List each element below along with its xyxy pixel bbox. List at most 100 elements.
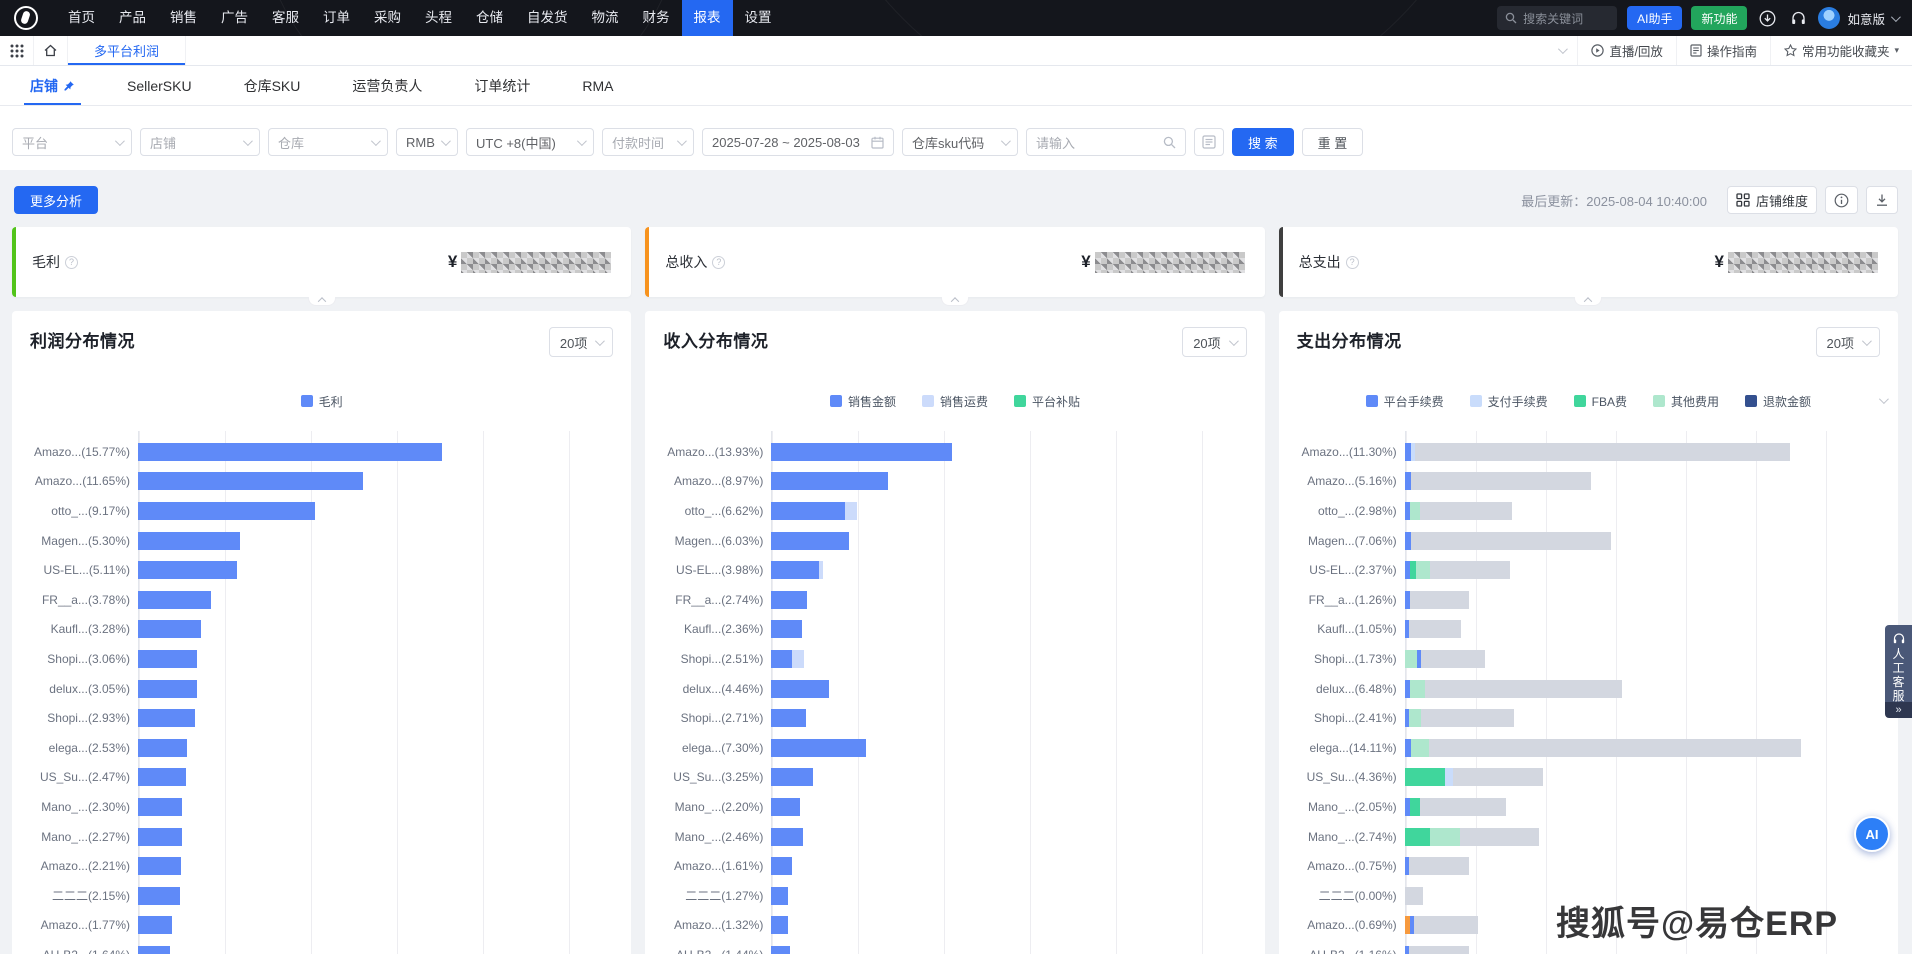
- legend-item-销售金额[interactable]: 销售金额: [830, 393, 896, 409]
- legend-item-平台手续费[interactable]: 平台手续费: [1366, 393, 1444, 409]
- nav-item-自发货[interactable]: 自发货: [515, 0, 580, 36]
- legend-marker: [301, 395, 313, 407]
- nav-item-头程[interactable]: 头程: [413, 0, 464, 36]
- warehouse-select[interactable]: 仓库: [268, 128, 388, 156]
- chart-row-bar: [771, 443, 952, 461]
- info-icon: [1834, 193, 1849, 208]
- tab-店铺[interactable]: 店铺: [30, 66, 75, 105]
- global-search-input[interactable]: 搜索关键词: [1497, 6, 1617, 30]
- bar-segment: [1429, 739, 1801, 757]
- pagebar-link-直播/回放[interactable]: 直播/回放: [1577, 36, 1675, 65]
- currency-select[interactable]: RMB: [396, 128, 458, 156]
- legend-item-平台补贴[interactable]: 平台补贴: [1014, 393, 1080, 409]
- pagebar-link-常用功能收藏夹[interactable]: 常用功能收藏夹▾: [1770, 36, 1912, 65]
- tab-订单统计[interactable]: 订单统计: [474, 66, 530, 105]
- headset-support-icon[interactable]: [1787, 7, 1809, 29]
- nav-item-仓储[interactable]: 仓储: [464, 0, 515, 36]
- bar-segment: [771, 502, 845, 520]
- nav-item-销售[interactable]: 销售: [158, 0, 209, 36]
- chart-row: Kaufl...(2.36%): [663, 615, 1246, 645]
- chart-row-bar: [771, 709, 806, 727]
- shop-select[interactable]: 店铺: [140, 128, 260, 156]
- legend-item-销售运费[interactable]: 销售运费: [922, 393, 988, 409]
- legend-item-毛利[interactable]: 毛利: [301, 393, 343, 409]
- nav-item-客服[interactable]: 客服: [260, 0, 311, 36]
- chart-row: FR__a...(2.74%): [663, 585, 1246, 615]
- chevron-down-icon: [677, 136, 687, 146]
- platform-select-placeholder: 平台: [22, 133, 109, 152]
- top-n-select[interactable]: 20项: [549, 327, 613, 357]
- chart-row-label: FR__a...(2.74%): [663, 593, 763, 607]
- search-button[interactable]: 搜 索: [1232, 128, 1294, 156]
- batch-input-button[interactable]: [1194, 128, 1224, 156]
- nav-item-订单[interactable]: 订单: [311, 0, 362, 36]
- customer-service-tab[interactable]: 人工客服: [1885, 625, 1912, 709]
- legend-item-FBA费[interactable]: FBA费: [1574, 393, 1627, 409]
- legend-item-其他费用[interactable]: 其他费用: [1653, 393, 1719, 409]
- home-icon[interactable]: [34, 36, 68, 65]
- bar-segment: [1410, 502, 1420, 520]
- chart-row-bar: [1405, 709, 1514, 727]
- card-collapse-handle[interactable]: [941, 297, 969, 306]
- pin-icon[interactable]: [63, 80, 75, 92]
- nav-item-财务[interactable]: 财务: [631, 0, 682, 36]
- bar-segment: [771, 709, 806, 727]
- chart-panel-header: 收入分布情况20项: [663, 327, 1246, 357]
- chart-row-label: Shopi...(2.51%): [663, 652, 763, 666]
- ai-floating-button[interactable]: AI: [1854, 816, 1890, 852]
- user-avatar[interactable]: [1818, 7, 1840, 29]
- ai-assistant-button[interactable]: AI助手: [1627, 6, 1682, 30]
- sku-code-type-select[interactable]: 仓库sku代码: [902, 128, 1018, 156]
- top-n-select[interactable]: 20项: [1182, 327, 1246, 357]
- chart-row-bar: [771, 828, 803, 846]
- nav-item-设置[interactable]: 设置: [733, 0, 784, 36]
- nav-item-报表[interactable]: 报表: [682, 0, 733, 36]
- top-n-select[interactable]: 20项: [1816, 327, 1880, 357]
- dimension-switch-button[interactable]: 店铺维度: [1727, 186, 1817, 214]
- info-button[interactable]: [1825, 186, 1858, 214]
- sku-code-input[interactable]: 请输入: [1026, 128, 1186, 156]
- legend-item-退款金额[interactable]: 退款金额: [1745, 393, 1811, 409]
- time-type-select[interactable]: 付款时间: [602, 128, 694, 156]
- download-client-icon[interactable]: [1756, 7, 1778, 29]
- version-menu[interactable]: 如意版: [1847, 9, 1898, 28]
- help-icon[interactable]: ?: [65, 256, 78, 269]
- chart-row-label: US-EL...(2.37%): [1297, 563, 1397, 577]
- apps-grid-icon[interactable]: [0, 36, 34, 65]
- nav-item-物流[interactable]: 物流: [580, 0, 631, 36]
- chart-row-bar: [1405, 768, 1543, 786]
- tab-list-chevron-icon[interactable]: [1546, 36, 1577, 65]
- legend-item-支付手续费[interactable]: 支付手续费: [1470, 393, 1548, 409]
- chart-row: Mano_...(2.20%): [663, 792, 1246, 822]
- new-feature-button[interactable]: 新功能: [1691, 6, 1747, 30]
- chart-row-label: Mano_...(2.05%): [1297, 800, 1397, 814]
- chart-row-label: Amazo...(5.16%): [1297, 474, 1397, 488]
- more-analysis-button[interactable]: 更多分析: [14, 186, 98, 214]
- help-icon[interactable]: ?: [712, 256, 725, 269]
- card-collapse-handle[interactable]: [308, 297, 336, 306]
- tab-SellerSKU[interactable]: SellerSKU: [127, 66, 192, 105]
- app-logo-icon[interactable]: [14, 6, 38, 30]
- nav-item-广告[interactable]: 广告: [209, 0, 260, 36]
- timezone-select[interactable]: UTC +8(中国): [466, 128, 594, 156]
- chart-row-label: delux...(3.05%): [30, 682, 130, 696]
- open-page-tab-multi-platform-profit[interactable]: 多平台利润: [68, 36, 186, 65]
- collapse-sidebar-button[interactable]: »: [1885, 702, 1912, 718]
- nav-item-首页[interactable]: 首页: [56, 0, 107, 36]
- date-range-picker[interactable]: 2025-07-28 ~ 2025-08-03: [702, 128, 894, 156]
- top-n-value: 20项: [1827, 333, 1854, 352]
- export-button[interactable]: [1866, 186, 1898, 214]
- card-collapse-handle[interactable]: [1574, 297, 1602, 306]
- reset-button[interactable]: 重 置: [1302, 128, 1364, 156]
- help-icon[interactable]: ?: [1346, 256, 1359, 269]
- tab-运营负责人[interactable]: 运营负责人: [352, 66, 422, 105]
- platform-select[interactable]: 平台: [12, 128, 132, 156]
- bar-segment: [138, 768, 186, 786]
- nav-item-采购[interactable]: 采购: [362, 0, 413, 36]
- tab-RMA[interactable]: RMA: [582, 66, 613, 105]
- nav-item-产品[interactable]: 产品: [107, 0, 158, 36]
- legend-overflow-chevron-icon[interactable]: [1879, 393, 1886, 407]
- chart-row: Magen...(7.06%): [1297, 526, 1880, 556]
- pagebar-link-操作指南[interactable]: 操作指南: [1676, 36, 1770, 65]
- tab-仓库SKU[interactable]: 仓库SKU: [244, 66, 301, 105]
